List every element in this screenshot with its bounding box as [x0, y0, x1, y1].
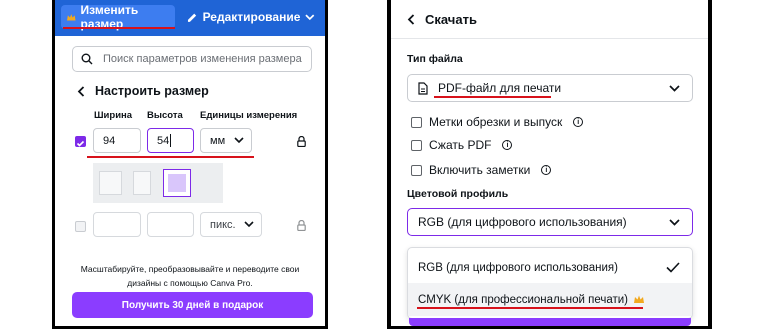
back-arrow-icon[interactable]	[77, 85, 85, 97]
chevron-down-icon	[234, 137, 244, 144]
file-icon	[418, 81, 428, 95]
free-trial-button-label: Получить 30 дней в подарок	[121, 299, 264, 311]
edit-icon	[187, 13, 197, 22]
file-type-label: Тип файла	[407, 53, 463, 65]
resize-panel: Изменить размер Редактирование Поиск пар…	[55, 0, 325, 326]
height-value: 54	[157, 134, 170, 147]
lock-icon[interactable]	[297, 220, 306, 231]
promo-text-line1: Масштабируйте, преобразовывайте и перево…	[80, 264, 300, 274]
include-notes-label: Включить заметки	[429, 163, 531, 177]
orientation-square[interactable]	[99, 171, 122, 195]
search-field[interactable]	[72, 46, 312, 72]
color-profile-value: RGB (для цифрового использования)	[418, 215, 627, 229]
crop-marks-option[interactable]: Метки обрезки и выпуск i	[411, 115, 584, 129]
promo-text: Масштабируйте, преобразовывайте и перево…	[65, 262, 315, 290]
chevron-down-icon	[244, 221, 254, 228]
divider	[391, 38, 708, 39]
text-cursor	[170, 134, 172, 147]
info-icon[interactable]: i	[541, 165, 552, 175]
include-notes-checkbox[interactable]	[411, 164, 422, 176]
option-rgb-label: RGB (для цифрового использования)	[418, 261, 618, 274]
compress-pdf-checkbox[interactable]	[411, 139, 422, 151]
include-notes-option[interactable]: Включить заметки i	[411, 163, 552, 177]
highlight-underline	[434, 96, 551, 98]
height-input[interactable]: 54	[147, 128, 194, 153]
option-cmyk-label: CMYK (для профессиональной печати)	[418, 293, 628, 306]
width-input[interactable]: 94	[93, 128, 141, 153]
lock-icon[interactable]	[297, 136, 306, 147]
width-input-2[interactable]	[93, 212, 141, 237]
highlight-underline	[63, 27, 175, 29]
height-column-label: Высота	[147, 110, 183, 121]
download-header: Скачать	[407, 12, 477, 27]
search-input[interactable]	[101, 52, 305, 66]
file-type-value: PDF-файл для печати	[438, 81, 562, 95]
crown-icon	[67, 13, 76, 20]
height-input-2[interactable]	[147, 212, 194, 237]
chevron-down-icon	[305, 13, 315, 20]
info-icon[interactable]: i	[573, 117, 584, 127]
units-column-label: Единицы измерения	[200, 110, 298, 121]
edit-menu-label: Редактирование	[202, 10, 301, 24]
check-icon	[76, 140, 85, 147]
orientation-options	[93, 163, 223, 203]
units-select-2[interactable]: пикс.	[200, 212, 262, 237]
row2-checkbox[interactable]	[75, 221, 86, 232]
search-icon	[81, 53, 93, 65]
crop-marks-label: Метки обрезки и выпуск	[429, 115, 563, 129]
chevron-down-icon	[669, 85, 680, 92]
checkmark-icon	[666, 262, 680, 273]
info-icon[interactable]: i	[502, 140, 513, 150]
orientation-portrait[interactable]	[133, 171, 151, 195]
width-value: 94	[103, 134, 116, 147]
color-profile-option-cmyk[interactable]: CMYK (для профессиональной печати)	[408, 283, 692, 316]
compress-pdf-label: Сжать PDF	[429, 138, 492, 152]
resize-button[interactable]: Изменить размер	[61, 3, 175, 31]
free-trial-button[interactable]: Получить 30 дней в подарок	[72, 292, 313, 318]
orientation-landscape[interactable]	[163, 169, 191, 197]
crown-icon	[634, 295, 644, 303]
highlight-underline	[87, 156, 254, 158]
custom-size-title: Настроить размер	[95, 84, 209, 98]
chevron-down-icon	[669, 219, 680, 226]
color-profile-select[interactable]: RGB (для цифрового использования)	[407, 208, 693, 236]
back-arrow-icon[interactable]	[407, 14, 415, 25]
custom-size-header: Настроить размер	[77, 84, 209, 98]
download-button-edge[interactable]	[409, 318, 691, 326]
download-panel-frame: Скачать Тип файла PDF-файл для печати Ме…	[387, 0, 712, 329]
download-panel: Скачать Тип файла PDF-файл для печати Ме…	[391, 0, 708, 326]
units-value-2: пикс.	[210, 218, 236, 231]
resize-panel-frame: Изменить размер Редактирование Поиск пар…	[52, 0, 328, 329]
orientation-landscape-preview	[168, 174, 186, 192]
download-title: Скачать	[425, 12, 477, 27]
color-profile-label: Цветовой профиль	[407, 188, 509, 200]
width-column-label: Ширина	[94, 110, 133, 121]
color-profile-option-rgb[interactable]: RGB (для цифрового использования)	[408, 251, 692, 284]
editor-toolbar: Изменить размер Редактирование	[55, 0, 325, 36]
units-value: мм	[210, 134, 226, 147]
edit-menu-button[interactable]: Редактирование	[181, 5, 321, 29]
crop-marks-checkbox[interactable]	[411, 116, 422, 128]
promo-text-line2: дизайны с помощью Canva Pro.	[127, 278, 253, 288]
highlight-underline	[417, 307, 643, 309]
row1-checkbox[interactable]	[75, 136, 86, 147]
compress-pdf-option[interactable]: Сжать PDF i	[411, 138, 513, 152]
units-select[interactable]: мм	[200, 128, 252, 153]
